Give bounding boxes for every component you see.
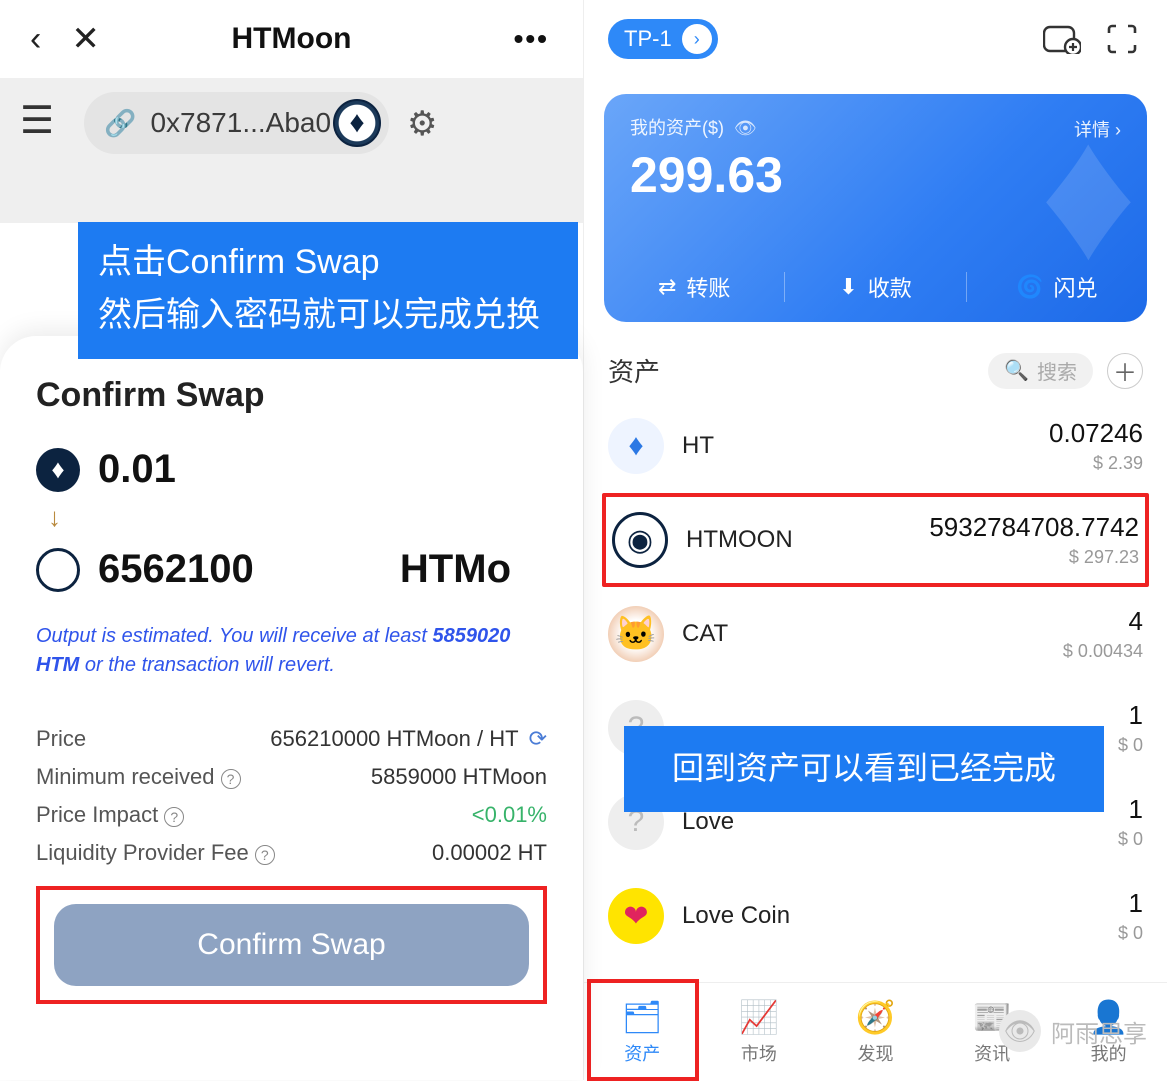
assets-title: 资产 (608, 352, 988, 389)
annotation-line1: 点击Confirm Swap (98, 236, 558, 289)
estimate-note: Output is estimated. You will receive at… (36, 622, 547, 680)
swap-screen: ‹ ✕ HTMoon ••• ☰ 🔗 0x7871...Aba0 ♦ ⚙ 点击C… (0, 0, 584, 1080)
swap-topbar: ‹ ✕ HTMoon ••• (0, 0, 583, 78)
swap-icon: 🌀 (1016, 274, 1043, 300)
confirm-swap-button[interactable]: Confirm Swap (54, 904, 529, 986)
more-icon[interactable]: ••• (514, 23, 549, 55)
menu-icon[interactable]: ☰ (20, 98, 54, 143)
chain-badge-icon: ♦ (333, 99, 381, 147)
link-icon: 🔗 (104, 108, 136, 139)
help-icon[interactable]: ? (164, 807, 184, 827)
min-received-label: Minimum received (36, 764, 215, 789)
weibo-icon: 👁 (999, 1010, 1041, 1052)
htmoon-icon: ◉ (612, 512, 668, 568)
back-icon[interactable]: ‹ (30, 20, 41, 59)
confirm-highlight: Confirm Swap (36, 886, 547, 1004)
to-amount: 6562100 (98, 547, 254, 592)
asset-row-ht[interactable]: ♦ HT 0.07246 $ 2.39 (602, 399, 1149, 493)
nav-discover[interactable]: 🧭 发现 (817, 983, 934, 1080)
balance-label: 我的资产($)👁 (630, 114, 1121, 140)
price-impact-label: Price Impact (36, 802, 158, 827)
page-title: HTMoon (232, 22, 352, 56)
refresh-icon[interactable]: ⟳ (529, 726, 547, 751)
cat-icon: 🐱 (608, 606, 664, 662)
ht-token-icon: ♦ (36, 448, 80, 492)
search-input[interactable]: 🔍 搜索 (988, 353, 1093, 389)
asset-row-lovecoin[interactable]: ❤ Love Coin 1 $ 0 (602, 869, 1149, 963)
market-icon: 📈 (739, 998, 779, 1036)
balance-card: ♦ 我的资产($)👁 详情 › 299.63 ⇄转账 ⬇收款 🌀闪兑 (604, 94, 1147, 322)
add-asset-button[interactable]: ＋ (1107, 353, 1143, 389)
price-impact-value: <0.01% (472, 802, 547, 828)
search-placeholder: 搜索 (1037, 356, 1077, 385)
from-amount: 0.01 (98, 447, 176, 492)
swap-details: Price 656210000 HTMoon / HT ⟳ Minimum rec… (36, 726, 547, 866)
price-value: 656210000 HTMoon / HT (270, 726, 518, 751)
lovecoin-icon: ❤ (608, 888, 664, 944)
chevron-right-icon: › (682, 24, 712, 54)
lp-fee-label: Liquidity Provider Fee (36, 840, 249, 865)
swap-to-row: ◉ 6562100 HTMo (36, 547, 547, 592)
swap-arrow-icon: ↓ (48, 502, 547, 533)
min-received-value: 5859000 HTMoon (371, 764, 547, 790)
help-icon[interactable]: ? (221, 769, 241, 789)
eye-icon[interactable]: 👁 (734, 118, 757, 138)
assets-header: 资产 🔍 搜索 ＋ (584, 322, 1167, 399)
wallet-address: 0x7871...Aba0 (150, 107, 331, 139)
swap-button[interactable]: 🌀闪兑 (967, 271, 1147, 303)
wallet-tag: TP-1 (624, 26, 672, 52)
watermark: 👁 阿雨思享 (999, 1010, 1147, 1052)
to-token-label: HTMo (400, 547, 511, 592)
wallet-selector[interactable]: TP-1 › (608, 19, 718, 59)
asset-row-htmoon[interactable]: ◉ HTMOON 5932784708.7742 $ 297.23 (602, 493, 1149, 587)
annotation-line2: 然后输入密码就可以完成兑换 (98, 289, 558, 342)
nav-highlight (587, 979, 699, 1081)
sheet-title: Confirm Swap (36, 376, 547, 415)
confirm-swap-sheet: Confirm Swap ♦ 0.01 ↓ ◉ 6562100 HTMo Out… (0, 336, 583, 1080)
annotation-left: 点击Confirm Swap 然后输入密码就可以完成兑换 (78, 222, 578, 359)
compass-icon: 🧭 (856, 998, 896, 1036)
ht-icon: ♦ (608, 418, 664, 474)
settings-icon[interactable]: ⚙ (407, 104, 437, 144)
receive-button[interactable]: ⬇收款 (785, 271, 965, 303)
lp-fee-value: 0.00002 HT (432, 840, 547, 866)
search-icon: 🔍 (1004, 358, 1029, 383)
balance-actions: ⇄转账 ⬇收款 🌀闪兑 (604, 252, 1147, 322)
asset-row-cat[interactable]: 🐱 CAT 4 $ 0.00434 (602, 587, 1149, 681)
address-bar: ☰ 🔗 0x7871...Aba0 ♦ ⚙ (0, 78, 583, 223)
balance-detail-link[interactable]: 详情 › (1074, 116, 1121, 142)
wallet-screen: TP-1 › ♦ 我的资产($)👁 详情 › 299.63 ⇄转账 ⬇收款 🌀闪… (584, 0, 1167, 1080)
asset-list: ♦ HT 0.07246 $ 2.39 ◉ HTMOON 5932784708.… (584, 399, 1167, 982)
htmoon-token-icon: ◉ (36, 548, 80, 592)
help-icon[interactable]: ? (255, 845, 275, 865)
swap-from-row: ♦ 0.01 (36, 447, 547, 492)
address-pill[interactable]: 🔗 0x7871...Aba0 ♦ (84, 92, 389, 154)
nav-market[interactable]: 📈 市场 (701, 983, 818, 1080)
scan-icon[interactable] (1101, 21, 1143, 57)
add-wallet-icon[interactable] (1041, 21, 1083, 57)
transfer-button[interactable]: ⇄转账 (604, 271, 784, 303)
price-label: Price (36, 726, 86, 752)
wallet-topbar: TP-1 › (584, 0, 1167, 78)
close-icon[interactable]: ✕ (71, 19, 100, 59)
annotation-right: 回到资产可以看到已经完成 (624, 726, 1104, 812)
receive-icon: ⬇ (839, 274, 857, 300)
transfer-icon: ⇄ (658, 274, 676, 300)
